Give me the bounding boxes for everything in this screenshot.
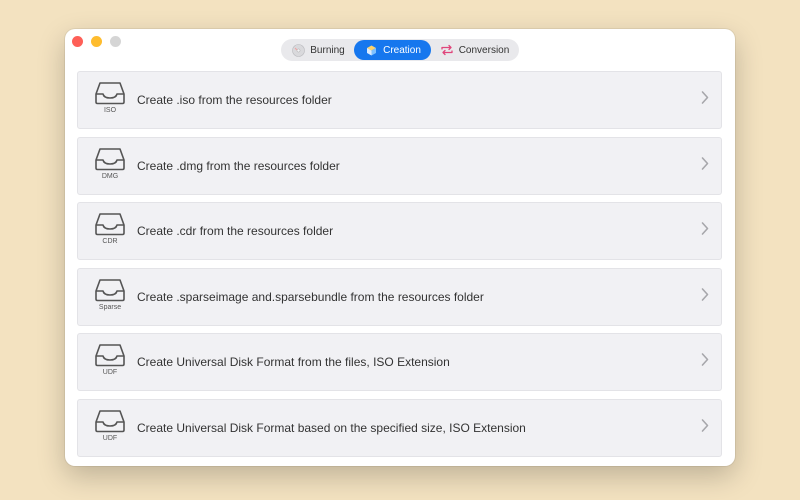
chevron-right-icon	[701, 156, 709, 175]
chevron-right-icon	[701, 418, 709, 437]
tab-burning-label: Burning	[310, 44, 345, 56]
disc-burn-icon	[291, 43, 305, 57]
list-item-title: Create Universal Disk Format from the fi…	[137, 355, 450, 369]
list-item[interactable]: Sparse Create .sparseimage and.sparsebun…	[77, 267, 722, 326]
list-item[interactable]: CDR Create .cdr from the resources folde…	[77, 202, 722, 260]
drive-tray-icon: UDF	[92, 409, 128, 447]
list-item-title: Create .sparseimage and.sparsebundle fro…	[137, 289, 484, 304]
chevron-right-icon	[701, 287, 709, 306]
list-item[interactable]: UDF Create Universal Disk Format from th…	[77, 333, 722, 391]
format-caption: UDF	[102, 369, 118, 376]
chevron-right-icon	[701, 91, 709, 110]
window-controls	[72, 36, 121, 47]
chevron-right-icon	[701, 222, 709, 241]
tab-creation[interactable]: Creation	[354, 40, 431, 60]
tab-conversion-label: Conversion	[458, 44, 510, 56]
tab-creation-label: Creation	[383, 44, 421, 56]
drive-tray-icon: CDR	[92, 212, 128, 250]
creation-options-list: ISO Create .iso from the resources folde…	[77, 71, 722, 464]
arrows-cycle-icon	[440, 43, 454, 57]
zoom-window-button[interactable]	[110, 36, 121, 47]
format-caption: UDF	[102, 434, 118, 442]
mode-tab-bar: Burning Creation Conversion	[281, 39, 519, 61]
chevron-right-icon	[701, 353, 709, 372]
drive-tray-icon: DMG	[92, 147, 128, 185]
app-window: Burning Creation Conversion ISO Create .…	[65, 29, 735, 466]
list-item[interactable]: UDF Create Universal Disk Format based o…	[77, 398, 722, 457]
close-window-button[interactable]	[72, 36, 83, 47]
minimize-window-button[interactable]	[91, 36, 102, 47]
tab-conversion[interactable]: Conversion	[431, 40, 518, 60]
drive-tray-icon: Sparse	[92, 278, 128, 316]
list-scrollbar[interactable]	[729, 71, 733, 459]
list-item[interactable]: DMG Create .dmg from the resources folde…	[77, 136, 722, 195]
format-caption: CDR	[102, 238, 118, 245]
format-caption: ISO	[103, 107, 117, 114]
list-item-title: Create .dmg from the resources folder	[137, 158, 340, 173]
drive-tray-icon: ISO	[92, 81, 128, 119]
tab-burning[interactable]: Burning	[282, 40, 354, 60]
list-item-title: Create .iso from the resources folder	[137, 93, 332, 107]
list-item[interactable]: ISO Create .iso from the resources folde…	[77, 71, 722, 129]
cube-icon	[364, 43, 378, 57]
list-item-title: Create Universal Disk Format based on th…	[137, 420, 526, 435]
format-caption: Sparse	[98, 303, 122, 311]
drive-tray-icon: UDF	[92, 343, 128, 381]
list-item-title: Create .cdr from the resources folder	[137, 224, 334, 238]
format-caption: DMG	[101, 172, 119, 180]
